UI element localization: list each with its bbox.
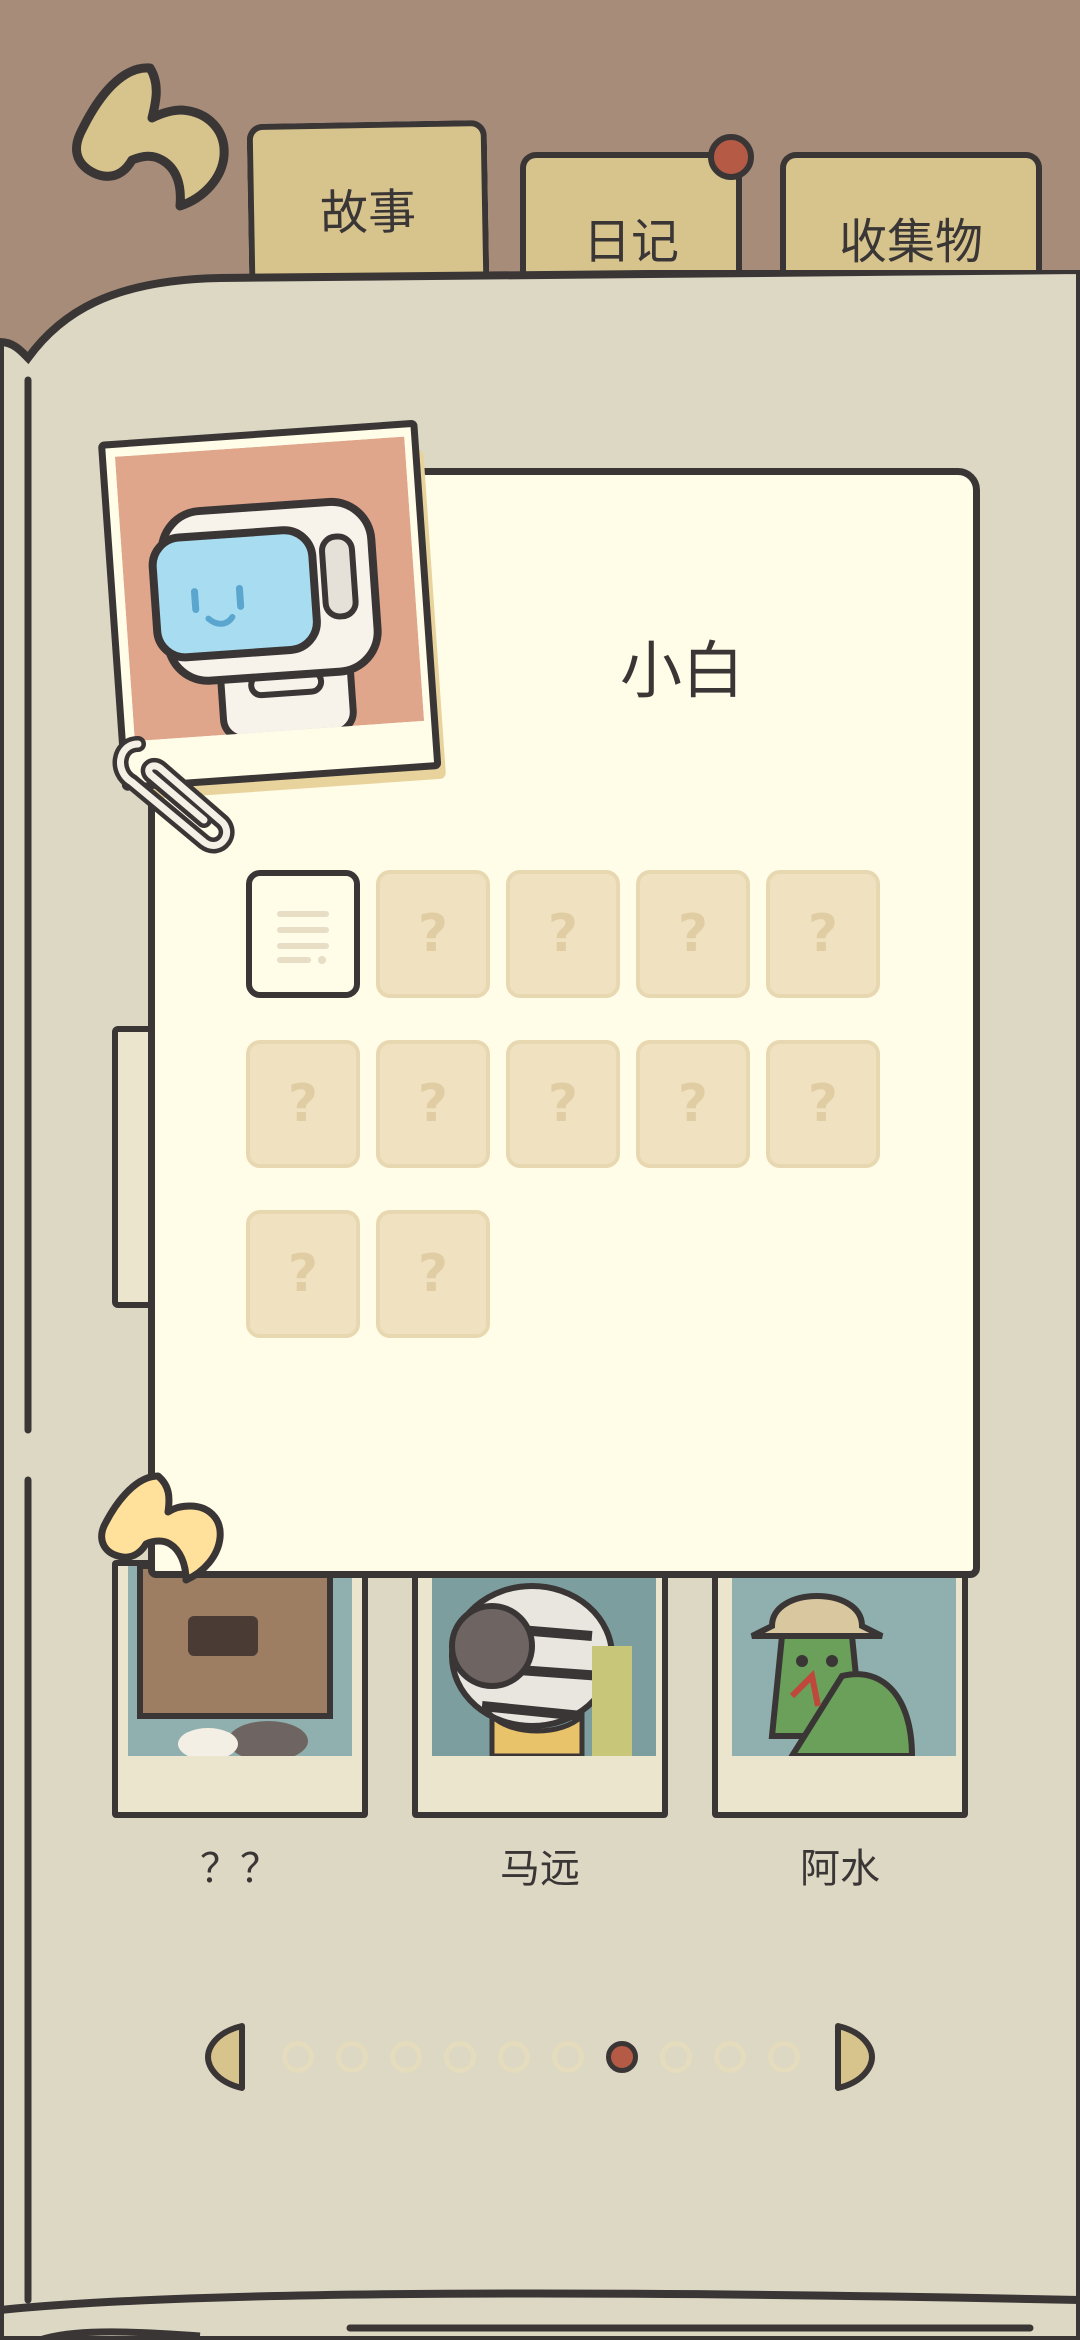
previous-page-button[interactable]	[204, 2022, 248, 2092]
tab-story[interactable]: 故事	[246, 119, 490, 291]
character-card-ashui[interactable]	[712, 1560, 968, 1818]
character-name-ashui: 阿水	[800, 1846, 880, 1892]
page-dot[interactable]	[714, 2041, 746, 2073]
notification-badge	[708, 134, 754, 180]
character-name-mayuan: 马远	[500, 1846, 580, 1892]
story-slot-locked[interactable]: ?	[506, 1040, 620, 1168]
story-slot-locked[interactable]: ?	[636, 1040, 750, 1168]
page-dot[interactable]	[444, 2041, 476, 2073]
story-slot-locked[interactable]: ?	[636, 870, 750, 998]
page-dot[interactable]	[336, 2041, 368, 2073]
back-arrow-icon	[98, 1472, 224, 1584]
back-button[interactable]	[52, 56, 242, 226]
story-slot-locked[interactable]: ?	[376, 1210, 490, 1338]
story-slot-locked[interactable]: ?	[376, 870, 490, 998]
tab-diary[interactable]: 日记	[520, 152, 742, 282]
next-page-button[interactable]	[832, 2022, 876, 2092]
document-lines-icon	[277, 911, 329, 964]
page-dot[interactable]	[498, 2041, 530, 2073]
story-slot-unlocked[interactable]	[246, 870, 360, 998]
page-dot[interactable]	[390, 2041, 422, 2073]
tab-collection[interactable]: 收集物	[780, 152, 1042, 282]
character-name-unknown: ？？	[200, 1846, 280, 1892]
tab-story-label: 故事	[319, 184, 417, 242]
zebra-character-image	[432, 1566, 656, 1756]
story-slot-locked[interactable]: ?	[506, 870, 620, 998]
chevron-left-icon	[205, 2023, 245, 2091]
card-back-button[interactable]	[90, 1468, 240, 1598]
story-slot-locked[interactable]: ?	[246, 1210, 360, 1338]
tab-collection-label: 收集物	[838, 214, 983, 270]
paperclip-icon	[108, 724, 238, 864]
character-card-mayuan[interactable]	[412, 1560, 668, 1818]
character-card-unknown[interactable]	[112, 1560, 368, 1818]
page-dot[interactable]	[282, 2041, 314, 2073]
frog-character-image	[732, 1566, 956, 1756]
story-slot-locked[interactable]: ?	[766, 870, 880, 998]
page-dot[interactable]	[660, 2041, 692, 2073]
story-slot-locked[interactable]: ?	[376, 1040, 490, 1168]
page-dot[interactable]	[552, 2041, 584, 2073]
chevron-right-icon	[835, 2023, 875, 2091]
page-dot-active[interactable]	[606, 2041, 638, 2073]
back-arrow-icon	[72, 63, 229, 211]
story-slot-locked[interactable]: ?	[246, 1040, 360, 1168]
story-slot-locked[interactable]: ?	[766, 1040, 880, 1168]
page-dot[interactable]	[768, 2041, 800, 2073]
robot-character-image	[114, 436, 425, 742]
tab-diary-label: 日记	[582, 214, 679, 270]
character-name: 小白	[620, 634, 745, 707]
